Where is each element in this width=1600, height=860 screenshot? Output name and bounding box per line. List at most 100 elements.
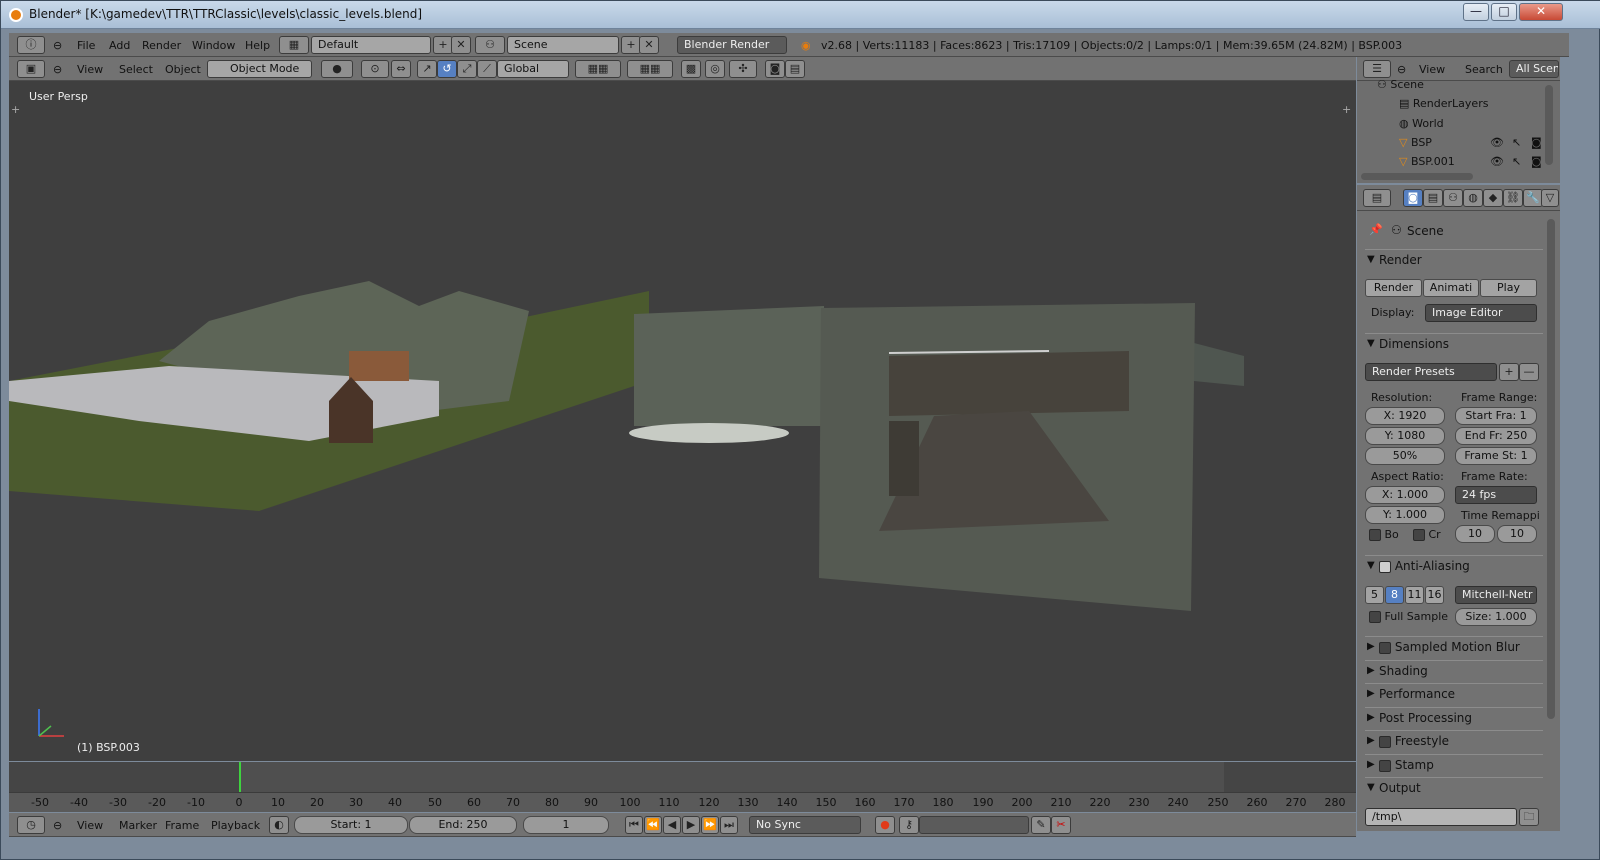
outliner-filter-select[interactable]: All Scenes bbox=[1509, 60, 1559, 78]
aa-samples-16[interactable]: 16 bbox=[1425, 586, 1444, 604]
add-preset-icon[interactable]: + bbox=[1499, 363, 1519, 381]
time-remap-old-field[interactable]: 10 bbox=[1455, 525, 1495, 543]
folder-browse-icon[interactable]: 🗀 bbox=[1519, 808, 1539, 826]
keying-set-field[interactable] bbox=[919, 816, 1029, 834]
outliner[interactable]: ⚇ Scene ▤ RenderLayers ◍ World ▽ BSP ▽ B… bbox=[1357, 78, 1560, 183]
preview-range-icon[interactable]: ◐ bbox=[269, 816, 289, 834]
dimensions-panel-header[interactable]: ▼ Dimensions bbox=[1365, 333, 1543, 353]
proportional-edit-icon[interactable]: ◎ bbox=[705, 60, 725, 78]
outliner-scrollbar[interactable] bbox=[1545, 85, 1553, 165]
properties-toggle-icon[interactable]: + bbox=[1342, 103, 1351, 116]
crop-checkbox[interactable]: Cr bbox=[1413, 528, 1441, 541]
frame-ruler[interactable]: -50 -40 -30 -20 -10 0 10 20 30 40 50 60 … bbox=[9, 792, 1356, 812]
modifiers-context-icon[interactable]: 🔧 bbox=[1523, 189, 1543, 207]
current-frame-field[interactable]: 1 bbox=[523, 816, 609, 834]
start-frame-field[interactable]: Start Fra: 1 bbox=[1455, 407, 1537, 425]
layers-group-1-icon[interactable]: ▦▦ bbox=[575, 60, 621, 78]
minimize-button[interactable]: — bbox=[1463, 3, 1489, 21]
menu-marker[interactable]: Marker bbox=[119, 819, 157, 832]
rotate-icon[interactable]: ↺ bbox=[437, 60, 457, 78]
menu-help[interactable]: Help bbox=[245, 39, 270, 52]
snap-icon[interactable]: ✣ bbox=[729, 60, 757, 78]
freestyle-checkbox[interactable] bbox=[1379, 735, 1391, 748]
outliner-item-scene[interactable]: ⚇ Scene bbox=[1377, 78, 1567, 91]
mode-select[interactable]: Object Mode bbox=[207, 60, 312, 78]
aa-filter-select[interactable]: Mitchell-Netr bbox=[1455, 586, 1537, 604]
play-button[interactable]: Play bbox=[1480, 279, 1537, 297]
visibility-eye-icon[interactable]: 👁 bbox=[1490, 136, 1504, 149]
resolution-y-field[interactable]: Y: 1080 bbox=[1365, 427, 1445, 445]
display-select[interactable]: Image Editor bbox=[1425, 304, 1537, 322]
menu-add[interactable]: Add bbox=[109, 39, 130, 52]
add-layout-icon[interactable]: + bbox=[433, 36, 453, 54]
output-path-field[interactable]: /tmp\ bbox=[1365, 808, 1517, 826]
sync-mode-select[interactable]: No Sync bbox=[749, 816, 861, 834]
frame-rate-select[interactable]: 24 fps bbox=[1455, 486, 1537, 504]
3d-viewport[interactable]: User Persp (1) BSP.003 + + bbox=[9, 81, 1356, 761]
border-checkbox[interactable]: Bo bbox=[1369, 528, 1399, 541]
outliner-editor-type-icon[interactable]: ☰ bbox=[1363, 60, 1391, 78]
close-button[interactable]: ✕ bbox=[1519, 3, 1563, 21]
filter-size-field[interactable]: Size: 1.000 bbox=[1455, 608, 1537, 626]
select-arrow-icon[interactable]: ↖ bbox=[1512, 136, 1521, 149]
timeline-editor-type-icon[interactable]: ◷ bbox=[17, 816, 45, 834]
render-camera-icon[interactable]: ◙ bbox=[1531, 136, 1542, 149]
performance-panel-header[interactable]: ▶ Performance bbox=[1365, 683, 1543, 703]
resolution-percent-field[interactable]: 50% bbox=[1365, 447, 1445, 465]
menu-file[interactable]: File bbox=[77, 39, 95, 52]
pin-icon[interactable]: 📌 bbox=[1369, 223, 1383, 236]
screen-layout-icon[interactable]: ▦ bbox=[279, 36, 309, 54]
start-frame-field[interactable]: Start: 1 bbox=[294, 816, 408, 834]
play-icon[interactable]: ▶ bbox=[682, 816, 700, 834]
constraints-context-icon[interactable]: ⛓ bbox=[1503, 189, 1523, 207]
menu-view[interactable]: View bbox=[77, 819, 103, 832]
prev-keyframe-icon[interactable]: ⏪ bbox=[644, 816, 662, 834]
aa-samples-5[interactable]: 5 bbox=[1365, 586, 1384, 604]
scene-field[interactable]: Scene bbox=[507, 36, 619, 54]
menu-select[interactable]: Select bbox=[119, 63, 153, 76]
collapse-icon[interactable]: ⊖ bbox=[53, 819, 62, 832]
scale-icon[interactable]: ⤢ bbox=[457, 60, 477, 78]
frame-step-field[interactable]: Frame St: 1 bbox=[1455, 447, 1537, 465]
outliner-h-scrollbar[interactable] bbox=[1361, 173, 1473, 180]
collapse-icon[interactable]: ⊖ bbox=[53, 63, 62, 76]
remove-preset-icon[interactable]: — bbox=[1519, 363, 1539, 381]
properties-editor[interactable]: 📌 ⚇ Scene ▼ Render Render Animati Play Di… bbox=[1357, 211, 1560, 831]
maximize-button[interactable]: □ bbox=[1491, 3, 1517, 21]
layers-group-2-icon[interactable]: ▦▦ bbox=[627, 60, 673, 78]
scene-icon[interactable]: ⚇ bbox=[475, 36, 505, 54]
record-icon[interactable]: ● bbox=[875, 816, 895, 834]
lock-camera-icon[interactable]: ▩ bbox=[681, 60, 701, 78]
properties-scrollbar[interactable] bbox=[1547, 219, 1555, 719]
end-frame-field[interactable]: End Fr: 250 bbox=[1455, 427, 1537, 445]
render-engine-select[interactable]: Blender Render bbox=[677, 36, 787, 54]
next-keyframe-icon[interactable]: ⏩ bbox=[701, 816, 719, 834]
view3d-editor-type-icon[interactable]: ▣ bbox=[17, 60, 45, 78]
collapse-icon[interactable]: ⊖ bbox=[1397, 63, 1406, 76]
visibility-eye-icon[interactable]: 👁 bbox=[1490, 155, 1504, 168]
world-context-icon[interactable]: ◍ bbox=[1463, 189, 1483, 207]
aspect-y-field[interactable]: Y: 1.000 bbox=[1365, 506, 1445, 524]
full-sample-checkbox[interactable]: Full Sample bbox=[1369, 610, 1448, 623]
outliner-item-renderlayers[interactable]: ▤ RenderLayers bbox=[1399, 97, 1589, 110]
jump-end-icon[interactable]: ⏭ bbox=[720, 816, 738, 834]
object-context-icon[interactable]: ◆ bbox=[1483, 189, 1503, 207]
menu-view[interactable]: View bbox=[77, 63, 103, 76]
shading-panel-header[interactable]: ▶ Shading bbox=[1365, 660, 1543, 680]
output-panel-header[interactable]: ▼ Output bbox=[1365, 777, 1543, 797]
aspect-x-field[interactable]: X: 1.000 bbox=[1365, 486, 1445, 504]
render-panel-header[interactable]: ▼ Render bbox=[1365, 249, 1543, 269]
animation-button[interactable]: Animati bbox=[1423, 279, 1479, 297]
menu-object[interactable]: Object bbox=[165, 63, 201, 76]
freestyle-panel-header[interactable]: ▶ Freestyle bbox=[1365, 730, 1543, 750]
render-still-icon[interactable]: ◙ bbox=[765, 60, 785, 78]
aa-samples-11[interactable]: 11 bbox=[1405, 586, 1424, 604]
data-context-icon[interactable]: ▽ bbox=[1541, 189, 1559, 207]
orientation-select[interactable]: Global bbox=[497, 60, 569, 78]
time-remap-new-field[interactable]: 10 bbox=[1497, 525, 1537, 543]
jump-start-icon[interactable]: ⏮ bbox=[625, 816, 643, 834]
screen-layout-field[interactable]: Default bbox=[311, 36, 431, 54]
resolution-x-field[interactable]: X: 1920 bbox=[1365, 407, 1445, 425]
toolshelf-toggle-icon[interactable]: + bbox=[11, 103, 20, 116]
menu-window[interactable]: Window bbox=[192, 39, 235, 52]
